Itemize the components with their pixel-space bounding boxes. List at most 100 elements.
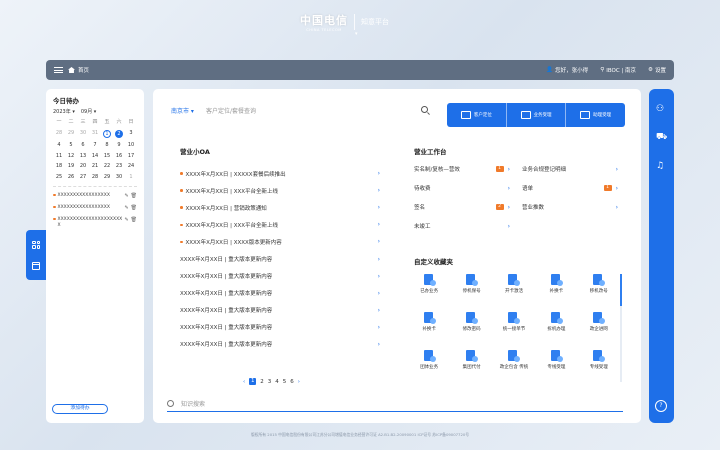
calendar-day[interactable]: 5 (65, 142, 77, 148)
workbench-item[interactable]: 签名 2 › (414, 203, 510, 212)
user-icon[interactable]: ⚇ (656, 104, 664, 114)
oa-row[interactable]: XXXX年X月XX日 | XXXX版本更新内容 › (180, 233, 380, 250)
favorite-item[interactable]: 政企包含 传统 (493, 350, 535, 382)
favorite-item[interactable]: 专线受理 (535, 350, 577, 382)
knowledge-search-input[interactable]: 知识搜索 (181, 399, 205, 408)
calendar-day[interactable]: 16 (113, 153, 125, 159)
workbench-item[interactable]: 待收费 › (414, 184, 510, 193)
calendar-day[interactable]: 15 (101, 153, 113, 159)
page-number[interactable]: 3 (268, 379, 272, 385)
calendar-day[interactable]: 1 (125, 174, 137, 180)
calendar-icon[interactable] (32, 261, 40, 270)
page-number[interactable]: 5 (283, 379, 287, 385)
oa-row[interactable]: XXXX年X月XX日 | 重大版本更新内容 › (180, 319, 380, 336)
add-todo-button[interactable]: 添加待办 (52, 404, 108, 414)
workbench-item[interactable]: 营业推数 › (522, 203, 618, 212)
calendar-day[interactable]: 6 (77, 142, 89, 148)
bell-icon[interactable]: ♫ (656, 161, 664, 171)
calendar-day[interactable]: 26 (65, 174, 77, 180)
calendar-day[interactable]: 14 (89, 153, 101, 159)
user-greeting[interactable]: 👤 您好，张小得 (546, 66, 588, 74)
favorite-item[interactable]: 专线受理 (578, 350, 620, 382)
workbench-item[interactable]: 未竣工 › (414, 222, 510, 231)
calendar-day[interactable]: 12 (65, 153, 77, 159)
edit-icon[interactable]: ✎ (124, 217, 128, 223)
calendar-day[interactable]: 23 (113, 163, 125, 169)
oa-row[interactable]: XXXX年X月XX日 | XXX平台全新上线 › (180, 216, 380, 233)
calendar-day[interactable]: 4 (53, 142, 65, 148)
calendar-day[interactable]: 8 (101, 142, 113, 148)
next-page-icon[interactable]: › (298, 379, 300, 385)
workbench-item[interactable]: 实名制/复核—营效 1 › (414, 165, 510, 174)
calendar-day[interactable]: 30 (113, 174, 125, 180)
page-number[interactable]: 6 (290, 379, 294, 385)
page-number[interactable]: 4 (275, 379, 279, 385)
cart-icon[interactable]: ⛟ (656, 132, 667, 143)
favorites-scrollbar[interactable] (620, 274, 622, 382)
calendar-day[interactable]: 20 (77, 163, 89, 169)
oa-row[interactable]: XXXX年X月XX日 | 重大版本更新内容 › (180, 302, 380, 319)
favorite-item[interactable]: 开卡激活 (493, 274, 535, 306)
calendar-day[interactable]: 25 (53, 174, 65, 180)
favorite-item[interactable]: 修改密码 (450, 312, 492, 344)
oa-row[interactable]: XXXX年X月XX日 | XXX平台全新上线 › (180, 182, 380, 199)
trash-icon[interactable]: 🗑 (131, 205, 137, 211)
favorite-item[interactable]: 团体业务 (408, 350, 450, 382)
favorite-item[interactable]: 补换卡 (408, 312, 450, 344)
location-selector[interactable]: ⚲ IBOC | 南京 (600, 66, 636, 74)
calendar-day[interactable]: 21 (89, 163, 101, 169)
home-breadcrumb[interactable]: 首页 (68, 66, 89, 74)
oa-row[interactable]: XXXX年X月XX日 | 营销政策通知 › (180, 199, 380, 216)
calendar-day[interactable]: 19 (65, 163, 77, 169)
calendar-day[interactable]: 18 (53, 163, 65, 169)
oa-row[interactable]: XXXX年X月XX日 | 重大版本更新内容 › (180, 336, 380, 353)
trash-icon[interactable]: 🗑 (131, 193, 137, 199)
search-icon[interactable] (421, 106, 428, 113)
favorite-item[interactable]: 拆机办理 (535, 312, 577, 344)
favorite-item[interactable]: 停机保号 (450, 274, 492, 306)
calendar-day[interactable]: 9 (113, 142, 125, 148)
calendar-day[interactable]: 10 (125, 142, 137, 148)
city-select[interactable]: 南京市 ▾ (171, 106, 194, 115)
help-icon[interactable]: ? (655, 400, 667, 412)
month-select[interactable]: 09月 ▾ (81, 108, 96, 115)
oa-row[interactable]: XXXX年X月XX日 | 重大版本更新内容 › (180, 268, 380, 285)
page-number[interactable]: 1 (249, 378, 257, 385)
calendar-day[interactable]: 31 (89, 130, 101, 138)
trash-icon[interactable]: 🗑 (131, 217, 137, 223)
quick-assist[interactable]: 助理受理 (565, 103, 625, 127)
edit-icon[interactable]: ✎ (124, 205, 128, 211)
calendar-day[interactable]: 28 (89, 174, 101, 180)
calendar-day[interactable]: 28 (53, 130, 65, 138)
favorite-item[interactable]: 集团代付 (450, 350, 492, 382)
calendar-day[interactable]: 22 (101, 163, 113, 169)
calendar-day[interactable]: 11 (53, 153, 65, 159)
year-select[interactable]: 2023年 ▾ (53, 108, 75, 115)
favorite-item[interactable]: 已办业务 (408, 274, 450, 306)
favorite-item[interactable]: 政企进网 (578, 312, 620, 344)
favorite-item[interactable]: 补换卡 (535, 274, 577, 306)
todo-item[interactable]: XXXXXXXXXXXXXXXXX ✎ 🗑 (53, 193, 137, 199)
edit-icon[interactable]: ✎ (124, 193, 128, 199)
todo-item[interactable]: XXXXXXXXXXXXXXXXXXXXXX ✎ 🗑 (53, 217, 137, 229)
favorite-item[interactable]: 统一接单节 (493, 312, 535, 344)
calendar-day[interactable]: 29 (101, 174, 113, 180)
workbench-item[interactable]: 语单 1 › (522, 184, 618, 193)
calendar-day[interactable]: 2 (113, 129, 125, 138)
calendar-day[interactable]: 13 (77, 153, 89, 159)
workbench-item[interactable]: 业务合规登记明细 › (522, 165, 618, 174)
calendar-day[interactable]: 1 (101, 129, 113, 138)
todo-item[interactable]: XXXXXXXXXXXXXXXXX ✎ 🗑 (53, 205, 137, 211)
oa-row[interactable]: XXXX年X月XX日 | 重大版本更新内容 › (180, 250, 380, 267)
settings-button[interactable]: ⚙ 设置 (648, 66, 666, 74)
menu-icon[interactable] (54, 67, 63, 73)
prev-page-icon[interactable]: ‹ (243, 379, 245, 385)
oa-row[interactable]: XXXX年X月XX日 | 重大版本更新内容 › (180, 285, 380, 302)
oa-row[interactable]: XXXX年X月XX日 | XXXXX套餐后续推出 › (180, 165, 380, 182)
favorite-item[interactable]: 移机改号 (578, 274, 620, 306)
calendar-day[interactable]: 29 (65, 130, 77, 138)
quick-customer-locate[interactable]: 客户定位 (447, 103, 506, 127)
calendar-day[interactable]: 7 (89, 142, 101, 148)
calendar-day[interactable]: 30 (77, 130, 89, 138)
quick-business[interactable]: 业务受理 (505, 103, 566, 127)
